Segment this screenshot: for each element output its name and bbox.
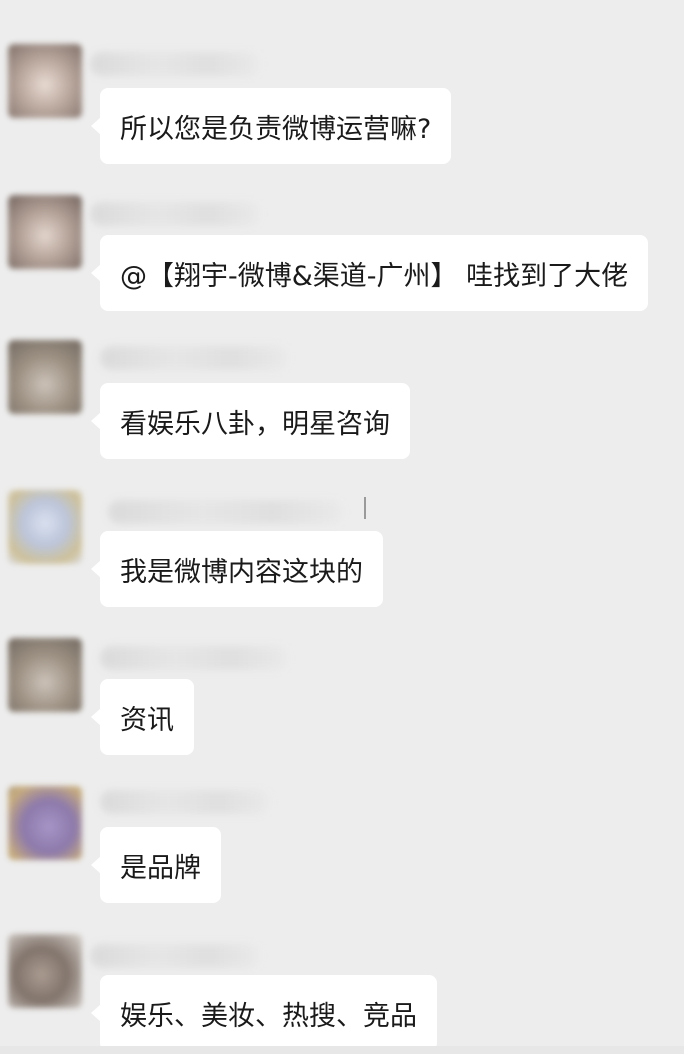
message-text: 我是微博内容这块的 [120, 556, 363, 588]
message-bubble[interactable]: 我是微博内容这块的 [91, 531, 383, 607]
message-text: 娱乐、美妆、热搜、竞品 [120, 1000, 417, 1032]
avatar[interactable] [8, 786, 82, 860]
message-bubble[interactable]: 娱乐、美妆、热搜、竞品 [91, 975, 437, 1051]
message-bubble[interactable]: 看娱乐八卦，明星咨询 [91, 383, 410, 459]
message-bubble[interactable]: 是品牌 [91, 827, 221, 903]
message-text: 资讯 [120, 704, 174, 736]
bottom-divider [0, 1046, 684, 1054]
message-text: 所以您是负责微博运营嘛? [120, 113, 432, 145]
sender-name-blurred [90, 944, 260, 968]
sender-name-blurred [90, 52, 260, 76]
name-separator [364, 497, 366, 519]
message-text: @【翔宇-微博&渠道-广州】 哇找到了大佬 [120, 260, 629, 292]
sender-name-blurred [100, 346, 288, 370]
message-bubble[interactable]: 所以您是负责微博运营嘛? [90, 88, 452, 164]
chat-message-list[interactable]: 所以您是负责微博运营嘛? @【翔宇-微博&渠道-广州】 哇找到了大佬 看娱乐八卦… [0, 0, 684, 1054]
message-bubble[interactable]: 资讯 [91, 679, 194, 755]
sender-name-blurred [108, 500, 343, 524]
avatar[interactable] [8, 340, 82, 414]
message-text: 是品牌 [120, 852, 201, 884]
avatar[interactable] [8, 934, 82, 1008]
avatar[interactable] [8, 638, 82, 712]
message-bubble[interactable]: @【翔宇-微博&渠道-广州】 哇找到了大佬 [90, 235, 649, 311]
sender-name-blurred [100, 790, 270, 814]
sender-name-blurred [90, 202, 260, 226]
avatar[interactable] [8, 44, 82, 118]
sender-name-blurred [100, 646, 288, 670]
avatar[interactable] [8, 490, 82, 564]
avatar[interactable] [8, 195, 82, 269]
message-text: 看娱乐八卦，明星咨询 [120, 408, 390, 440]
